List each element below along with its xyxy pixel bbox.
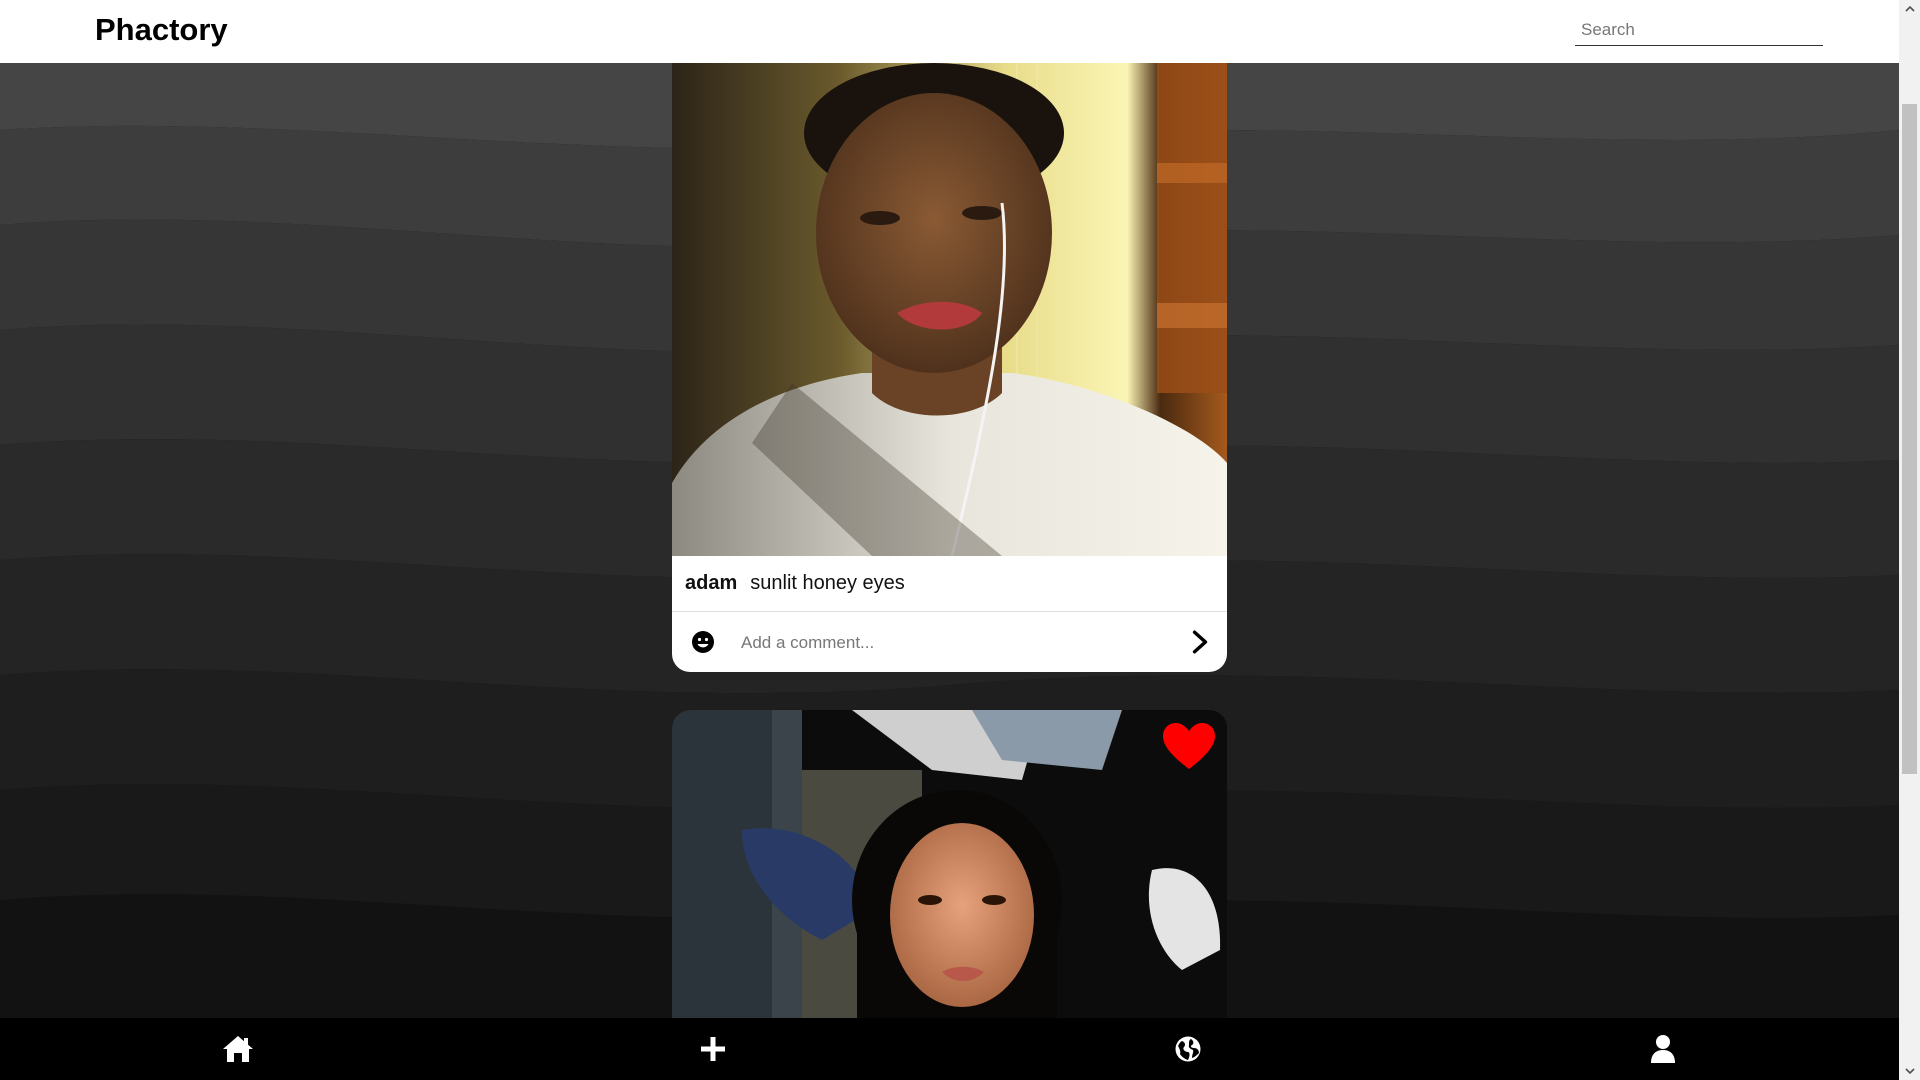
vertical-scrollbar[interactable] [1899,0,1920,1080]
scroll-up-arrow-icon[interactable] [1899,0,1920,18]
home-icon[interactable] [222,1034,254,1064]
scrollbar-thumb[interactable] [1902,104,1917,774]
user-icon[interactable] [1647,1034,1679,1064]
post-photo[interactable] [672,710,1227,1040]
chevron-right-icon[interactable] [1187,629,1213,655]
post-card [672,710,1227,1040]
globe-icon[interactable] [1172,1034,1204,1064]
post-caption-row: adam sunlit honey eyes [672,556,1227,612]
post-username[interactable]: adam [685,572,737,595]
post-caption: sunlit honey eyes [750,572,905,594]
brand-logo[interactable]: Phactory [95,12,228,48]
bottom-nav [0,1018,1899,1080]
heart-icon[interactable] [1162,722,1216,772]
smiley-icon[interactable] [691,630,715,654]
plus-icon[interactable] [697,1034,729,1064]
search-input[interactable] [1575,14,1823,46]
post-card: adam sunlit honey eyes [672,63,1227,672]
post-photo[interactable] [672,63,1227,556]
comment-row [672,612,1227,672]
top-header: Phactory [0,0,1899,63]
comment-input[interactable] [739,626,1143,660]
scroll-down-arrow-icon[interactable] [1899,1062,1920,1080]
